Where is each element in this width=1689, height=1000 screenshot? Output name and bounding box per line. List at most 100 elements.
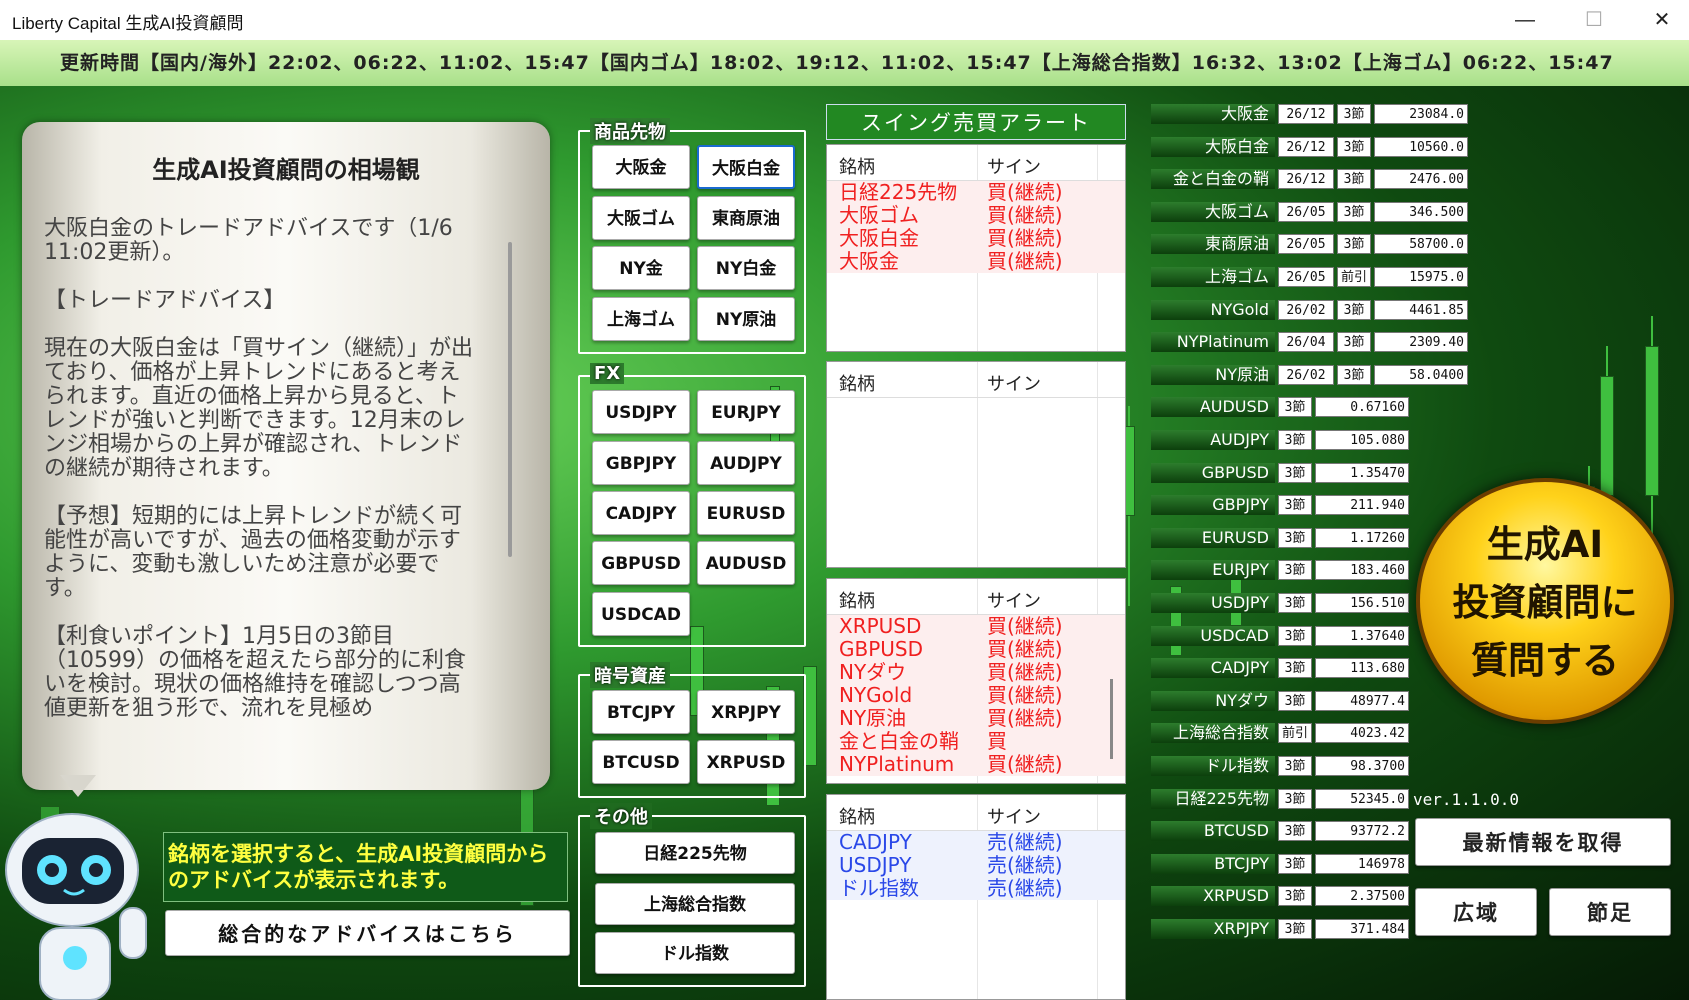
price-value: 1.35470 xyxy=(1315,462,1409,483)
price-value: 15975.0 xyxy=(1374,267,1468,287)
robot-mascot-icon xyxy=(5,813,147,1000)
price-value: 1.17260 xyxy=(1315,527,1409,548)
session-label: 3節 xyxy=(1337,104,1371,124)
speech-bubble-tail xyxy=(60,775,96,797)
contract-month: 26/02 xyxy=(1278,364,1334,385)
alert-sign: 買(継続) xyxy=(987,180,1063,204)
alert-row[interactable]: 大阪ゴム 買(継続) xyxy=(827,204,1125,227)
symbol-button-btcusd[interactable]: BTCUSD xyxy=(592,740,690,784)
setsuashi-button[interactable]: 節足 xyxy=(1549,888,1671,936)
alert-col-sign: サイン xyxy=(987,374,1041,395)
session-label: 3節 xyxy=(1337,299,1371,320)
alert-row[interactable]: XRPUSD 買(継続) xyxy=(827,615,1125,638)
symbol-button-eurjpy[interactable]: EURJPY xyxy=(697,390,795,434)
alert-sign: 買(継続) xyxy=(987,683,1063,707)
session-label: 3節 xyxy=(1337,136,1371,157)
crypto-title: 暗号資産 xyxy=(590,662,670,688)
price-symbol: 大阪金 xyxy=(1151,104,1275,124)
price-symbol: CADJPY xyxy=(1151,658,1275,679)
overall-advice-button[interactable]: 総合的なアドバイスはこちら xyxy=(165,910,570,956)
symbol-button-nikkei225[interactable]: 日経225先物 xyxy=(595,832,795,874)
symbol-button-osaka-rubber[interactable]: 大阪ゴム xyxy=(592,196,690,240)
alert-sign: 売(継続) xyxy=(987,830,1063,854)
symbol-button-usdjpy[interactable]: USDJPY xyxy=(592,390,690,434)
symbol-button-xrpjpy[interactable]: XRPJPY xyxy=(697,690,795,734)
alert-list-3-scrollbar[interactable] xyxy=(1110,679,1113,759)
symbol-button-eurusd[interactable]: EURUSD xyxy=(697,491,795,535)
alert-row[interactable]: 日経225先物 買(継続) xyxy=(827,181,1125,204)
symbol-button-dollar-index[interactable]: ドル指数 xyxy=(595,932,795,974)
alert-row[interactable]: 金と白金の鞘 買 xyxy=(827,730,1125,753)
session-label: 3節 xyxy=(1278,886,1312,907)
symbol-button-shanghai-rubber[interactable]: 上海ゴム xyxy=(592,297,690,341)
alert-list-4[interactable]: 銘柄 サイン CADJPY 売(継続) USDJPY 売(継続) ドル指数 売(継続) xyxy=(826,794,1126,1000)
symbol-button-usdcad[interactable]: USDCAD xyxy=(592,592,690,636)
alert-col-sign: サイン xyxy=(987,807,1041,828)
price-value: 1.37640 xyxy=(1315,625,1409,646)
advice-panel: 生成AI投資顧問の相場観 大阪白金のトレードアドバイスです（1/6 11:02更… xyxy=(22,122,550,790)
symbol-button-osaka-platinum[interactable]: 大阪白金 xyxy=(697,145,795,189)
contract-month: 26/12 xyxy=(1278,136,1334,157)
alert-list-1[interactable]: 銘柄 サイン 日経225先物 買(継続) 大阪ゴム 買(継続) 大阪白金 買(継続) 大阪金買… xyxy=(826,144,1126,352)
advice-scrollbar[interactable] xyxy=(508,242,512,557)
symbol-button-xrpusd[interactable]: XRPUSD xyxy=(697,740,795,784)
alert-row[interactable]: NY原油 買(継続) xyxy=(827,707,1125,730)
alert-sign: 買(継続) xyxy=(987,660,1063,684)
price-value: 4461.85 xyxy=(1374,299,1468,320)
other-title: その他 xyxy=(590,803,652,829)
alert-list-3[interactable]: 銘柄 サイン XRPUSD 買(継続) GBPUSD 買(継続) NYダウ 買(継続) NYG… xyxy=(826,578,1126,784)
wide-area-button[interactable]: 広域 xyxy=(1415,888,1537,936)
symbol-button-shanghai-composite[interactable]: 上海総合指数 xyxy=(595,883,795,925)
session-label: 3節 xyxy=(1278,495,1312,516)
refresh-button[interactable]: 最新情報を取得 xyxy=(1415,818,1671,866)
alert-col-name: 銘柄 xyxy=(839,591,875,612)
price-symbol: 上海総合指数 xyxy=(1151,723,1275,744)
session-label: 3節 xyxy=(1278,527,1312,548)
alert-row[interactable]: NYPlatinum 買(継続) xyxy=(827,753,1125,776)
symbol-button-cadjpy[interactable]: CADJPY xyxy=(592,491,690,535)
symbol-button-osaka-gold[interactable]: 大阪金 xyxy=(592,145,690,189)
price-symbol: EURJPY xyxy=(1151,560,1275,581)
alert-row[interactable]: NYダウ 買(継続) xyxy=(827,661,1125,684)
alert-sign: 売(継続) xyxy=(987,876,1063,900)
symbol-button-ny-gold[interactable]: NY金 xyxy=(592,246,690,290)
symbol-button-gbpusd[interactable]: GBPUSD xyxy=(592,541,690,585)
symbol-button-tocom-crude[interactable]: 東商原油 xyxy=(697,196,795,240)
price-value: 211.940 xyxy=(1315,495,1409,516)
price-value: 371.484 xyxy=(1315,919,1409,939)
alert-sign: 買(継続) xyxy=(987,614,1063,638)
alert-row[interactable]: ドル指数 売(継続) xyxy=(827,877,1125,900)
price-value: 0.67160 xyxy=(1315,397,1409,418)
price-symbol: 大阪白金 xyxy=(1151,136,1275,157)
symbol-button-audusd[interactable]: AUDUSD xyxy=(697,541,795,585)
alert-symbol: NY原油 xyxy=(839,706,907,730)
symbol-button-gbpjpy[interactable]: GBPJPY xyxy=(592,441,690,485)
alert-symbol: GBPUSD xyxy=(839,637,924,661)
price-symbol: NY原油 xyxy=(1151,364,1275,385)
session-label: 3節 xyxy=(1278,788,1312,809)
alert-symbol: 大阪金 xyxy=(839,249,899,273)
session-label: 3節 xyxy=(1278,462,1312,483)
symbol-button-audjpy[interactable]: AUDJPY xyxy=(697,441,795,485)
symbol-button-ny-platinum[interactable]: NY白金 xyxy=(697,246,795,290)
session-label: 3節 xyxy=(1337,332,1371,353)
alert-row[interactable]: 大阪金 買(継続) xyxy=(827,250,1125,273)
alert-sign: 買(継続) xyxy=(987,637,1063,661)
symbol-button-ny-crude[interactable]: NY原油 xyxy=(697,297,795,341)
maximize-icon[interactable]: ☐ xyxy=(1574,6,1614,34)
alert-row[interactable]: CADJPY 売(継続) xyxy=(827,831,1125,854)
price-symbol: GBPUSD xyxy=(1151,462,1275,483)
session-label: 3節 xyxy=(1278,821,1312,842)
alert-row[interactable]: GBPUSD 買(継続) xyxy=(827,638,1125,661)
alert-col-name: 銘柄 xyxy=(839,157,875,178)
alert-row[interactable]: 大阪白金 買(継続) xyxy=(827,227,1125,250)
price-symbol: 大阪ゴム xyxy=(1151,201,1275,222)
symbol-button-btcjpy[interactable]: BTCJPY xyxy=(592,690,690,734)
ask-ai-advisor-button[interactable]: 生成AI 投資顧問に 質問する xyxy=(1416,478,1674,724)
alert-list-2[interactable]: 銘柄 サイン xyxy=(826,361,1126,568)
alert-row[interactable]: NYGold 買(継続) xyxy=(827,684,1125,707)
alert-row[interactable]: USDJPY 売(継続) xyxy=(827,854,1125,877)
close-icon[interactable]: ✕ xyxy=(1642,6,1682,34)
session-label: 3節 xyxy=(1278,430,1312,450)
minimize-icon[interactable]: — xyxy=(1505,6,1545,34)
